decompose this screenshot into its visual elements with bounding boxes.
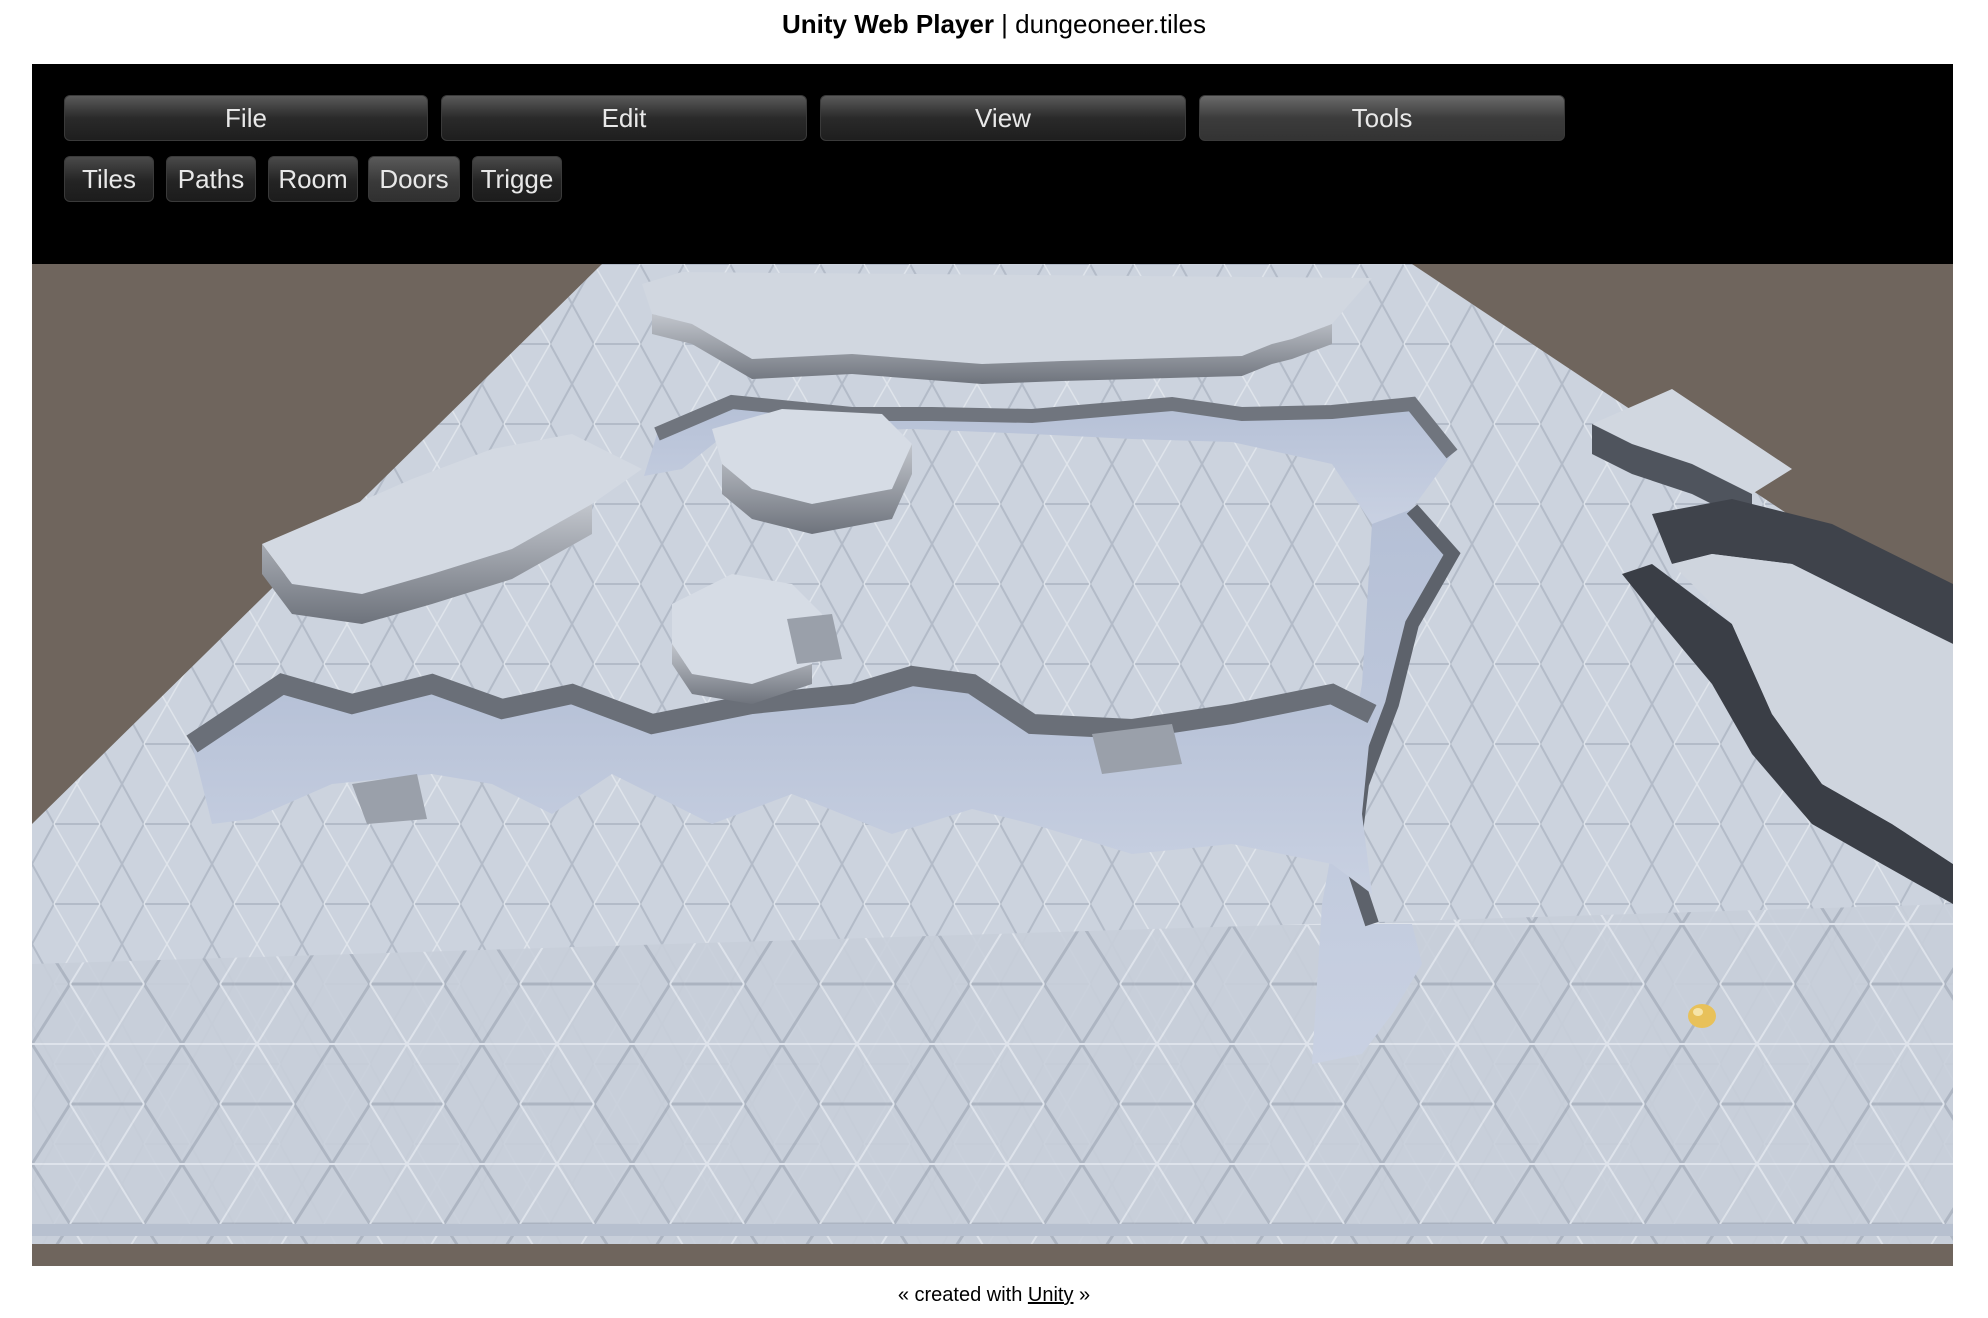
- page-title: Unity Web Player | dungeoneer.tiles: [0, 4, 1988, 44]
- footer-prefix: « created with: [897, 1284, 1028, 1306]
- unity-player[interactable]: File Edit View Tools Tiles Paths Room Do…: [32, 64, 1953, 1266]
- menu-view-button[interactable]: View: [820, 95, 1186, 141]
- menu-file-button[interactable]: File: [64, 95, 428, 141]
- tool-room-button[interactable]: Room: [268, 156, 358, 202]
- dungeon-3d-viewport[interactable]: [32, 264, 1953, 1266]
- light-marker-highlight: [1693, 1008, 1703, 1016]
- unity-link[interactable]: Unity: [1028, 1284, 1074, 1306]
- menu-tools-button[interactable]: Tools: [1199, 95, 1565, 141]
- footer-suffix: »: [1073, 1284, 1091, 1306]
- floor-edge: [32, 1224, 1953, 1236]
- footer: « created with Unity »: [0, 1284, 1988, 1307]
- light-marker[interactable]: [1688, 1004, 1716, 1028]
- page-title-separator: |: [993, 9, 1016, 39]
- tool-triggers-button[interactable]: Trigge: [472, 156, 562, 202]
- page-title-document: dungeoneer.tiles: [1015, 9, 1206, 39]
- tool-paths-button[interactable]: Paths: [166, 156, 256, 202]
- tool-doors-button[interactable]: Doors: [368, 156, 460, 202]
- floor-near: [32, 904, 1953, 1244]
- tool-tiles-button[interactable]: Tiles: [64, 156, 154, 202]
- menu-edit-button[interactable]: Edit: [441, 95, 807, 141]
- page-title-app: Unity Web Player: [782, 9, 994, 39]
